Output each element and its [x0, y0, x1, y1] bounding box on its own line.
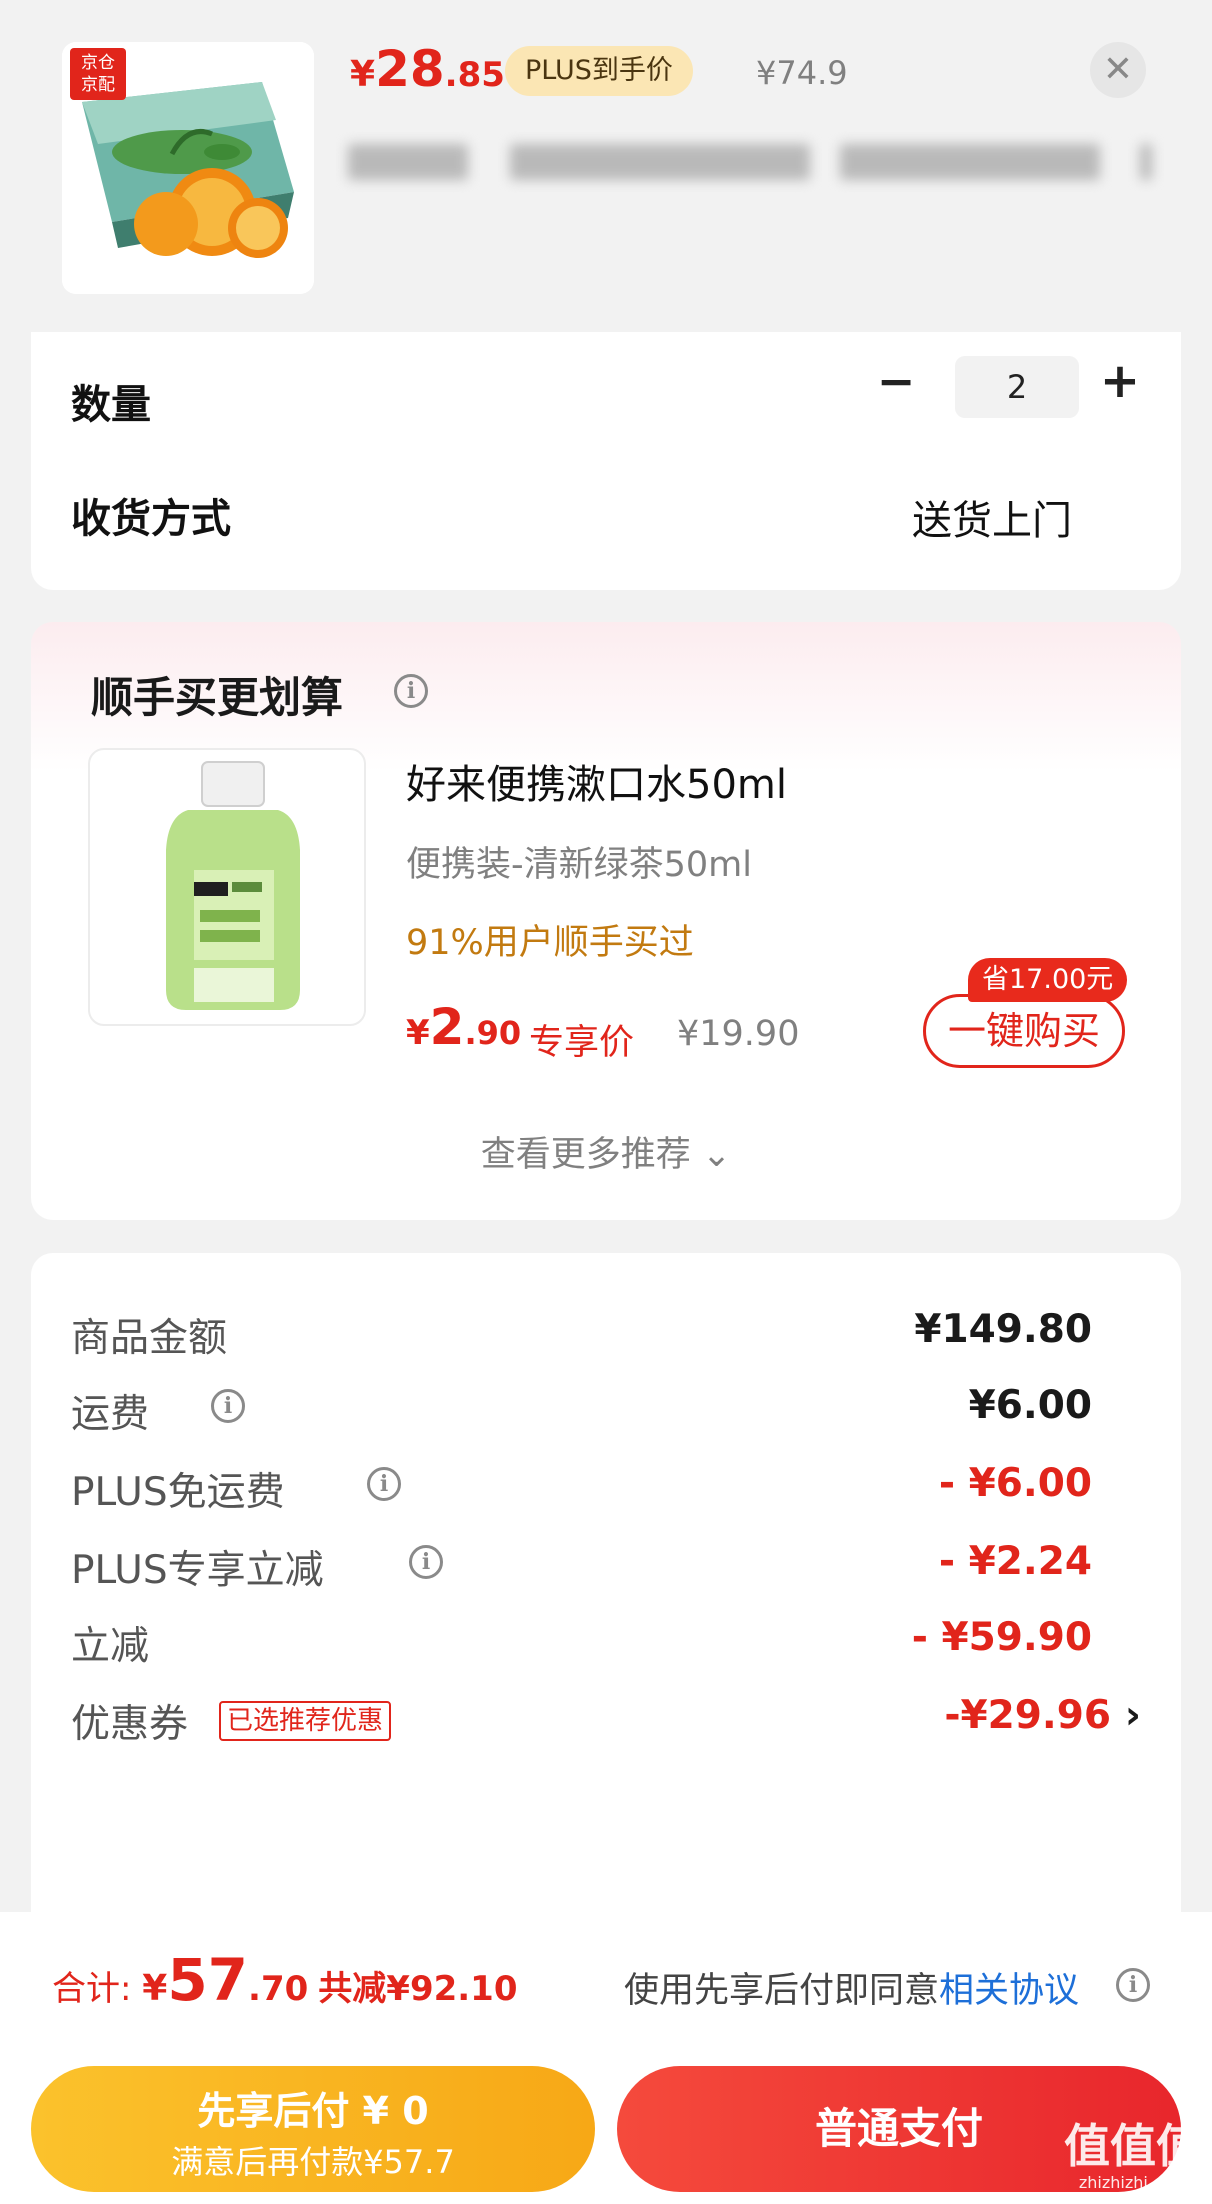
info-icon[interactable]: i [367, 1467, 401, 1501]
recommended-original-price: ¥19.90 [677, 1014, 800, 1054]
rec-price-integer: 2 [429, 998, 465, 1056]
agreement-text: 使用先享后付即同意相关协议 [624, 1962, 1079, 2013]
agreement-prefix: 使用先享后付即同意 [624, 1971, 940, 2011]
total-label: 合计: [52, 1969, 143, 2009]
price-integer: 28 [375, 40, 445, 98]
bnpl-subtitle: 满意后再付款¥57.7 [171, 2143, 455, 2181]
bnpl-title: 先享后付 ¥ 0 [197, 2089, 429, 2133]
summary-row-shipping: 运费 i ¥6.00 [71, 1383, 1181, 1443]
quantity-input[interactable]: 2 [955, 356, 1079, 418]
one-click-buy-button[interactable]: 一键购买 [923, 994, 1125, 1068]
summary-value: ¥6.00 [968, 1383, 1092, 1428]
chevron-right-icon[interactable]: › [1125, 1693, 1141, 1738]
product-price: ¥28.85 [350, 40, 505, 98]
summary-label: PLUS免运费 [71, 1470, 285, 1515]
summary-label: 商品金额 [71, 1316, 228, 1361]
store-tag-line2: 京配 [81, 75, 115, 95]
info-icon[interactable]: i [1116, 1968, 1150, 2002]
summary-label: PLUS专享立减 [71, 1548, 324, 1593]
summary-row-plus-free-shipping: PLUS免运费 i - ¥6.00 [71, 1461, 1181, 1521]
summary-value: - ¥6.00 [938, 1461, 1092, 1506]
watermark-text: 值值值 [1064, 2119, 1202, 2173]
info-icon[interactable]: i [211, 1389, 245, 1423]
add-on-recommendation-card: 顺手买更划算 i 好来便携漱口水50ml 便携装-清新绿茶50ml 91%用户顺… [31, 622, 1181, 1220]
mouthwash-product-image[interactable] [88, 748, 366, 1026]
total-currency: ¥ [142, 1968, 168, 2009]
quantity-decrease-button[interactable]: − [866, 354, 926, 414]
savings-tag: 省17.00元 [968, 958, 1128, 1002]
product-header: 京仓 京配 ¥28.85 PLUS到手价 ¥74.9 ✕ [0, 0, 1212, 332]
original-price: ¥74.9 [756, 54, 848, 92]
rec-price-currency: ¥ [406, 1013, 430, 1053]
quantity-label: 数量 [71, 382, 151, 428]
summary-label: 优惠券 [71, 1702, 189, 1747]
info-icon[interactable]: i [394, 674, 428, 708]
store-tag: 京仓 京配 [70, 48, 126, 100]
summary-row-plus-discount: PLUS专享立减 i - ¥2.24 [71, 1539, 1181, 1599]
mouthwash-bottle-image [166, 761, 300, 1010]
store-tag-line1: 京仓 [81, 53, 115, 73]
site-watermark: 值值值 zhizhizhi.com [1058, 2118, 1208, 2200]
summary-value: - ¥2.24 [938, 1539, 1092, 1584]
recommendation-title: 顺手买更划算 [91, 673, 344, 722]
close-icon: ✕ [1102, 49, 1134, 90]
delivery-label: 收货方式 [71, 496, 231, 542]
summary-row-coupon[interactable]: 优惠券 已选推荐优惠 -¥29.96 › [71, 1693, 1181, 1753]
checkout-bar: 合计: ¥57.70 共减¥92.10 使用先享后付即同意相关协议 i 先享后付 … [0, 1912, 1212, 2204]
summary-value: - ¥59.90 [911, 1615, 1092, 1660]
view-more-recommendations[interactable]: 查看更多推荐 ⌄ [31, 1126, 1181, 1177]
close-button[interactable]: ✕ [1090, 42, 1146, 98]
order-total: 合计: ¥57.70 共减¥92.10 [52, 1946, 517, 2014]
total-saved: 共减¥92.10 [318, 1969, 518, 2009]
watermark-url: zhizhizhi.com [1078, 2173, 1188, 2192]
rec-price-decimal: .90 [464, 1014, 522, 1052]
price-summary-card: 商品金额 ¥149.80 运费 i ¥6.00 PLUS免运费 i - ¥6.0… [31, 1253, 1181, 1953]
product-thumbnail[interactable]: 京仓 京配 [62, 42, 314, 294]
recommended-product-spec: 便携装-清新绿茶50ml [406, 845, 752, 885]
recommended-product-name[interactable]: 好来便携漱口水50ml [406, 752, 787, 810]
price-decimal: .85 [444, 55, 505, 95]
buy-now-pay-later-button[interactable]: 先享后付 ¥ 0 满意后再付款¥57.7 [31, 2066, 595, 2192]
blurred-product-title [320, 128, 1160, 202]
summary-row-goods-amount: 商品金额 ¥149.80 [71, 1307, 1181, 1367]
agreement-link[interactable]: 相关协议 [939, 1971, 1079, 2011]
summary-label: 立减 [71, 1624, 150, 1669]
price-currency: ¥ [350, 54, 376, 95]
recommended-product-price: ¥2.90 [406, 998, 521, 1056]
quantity-increase-button[interactable]: + [1090, 354, 1150, 414]
summary-value: ¥149.80 [914, 1307, 1092, 1352]
plus-price-badge: PLUS到手价 [505, 46, 693, 96]
total-decimal: .70 [248, 1969, 309, 2009]
social-proof-text: 91%用户顺手买过 [406, 923, 694, 963]
coupon-selected-tag: 已选推荐优惠 [219, 1701, 392, 1741]
exclusive-price-label: 专享价 [529, 1023, 635, 1063]
summary-row-instant-discount: 立减 - ¥59.90 [71, 1615, 1181, 1675]
info-icon[interactable]: i [409, 1545, 443, 1579]
delivery-method-value[interactable]: 送货上门 [912, 488, 1072, 546]
total-integer: 57 [167, 1946, 249, 2014]
summary-value: -¥29.96 [944, 1693, 1111, 1738]
summary-label: 运费 [71, 1392, 150, 1437]
